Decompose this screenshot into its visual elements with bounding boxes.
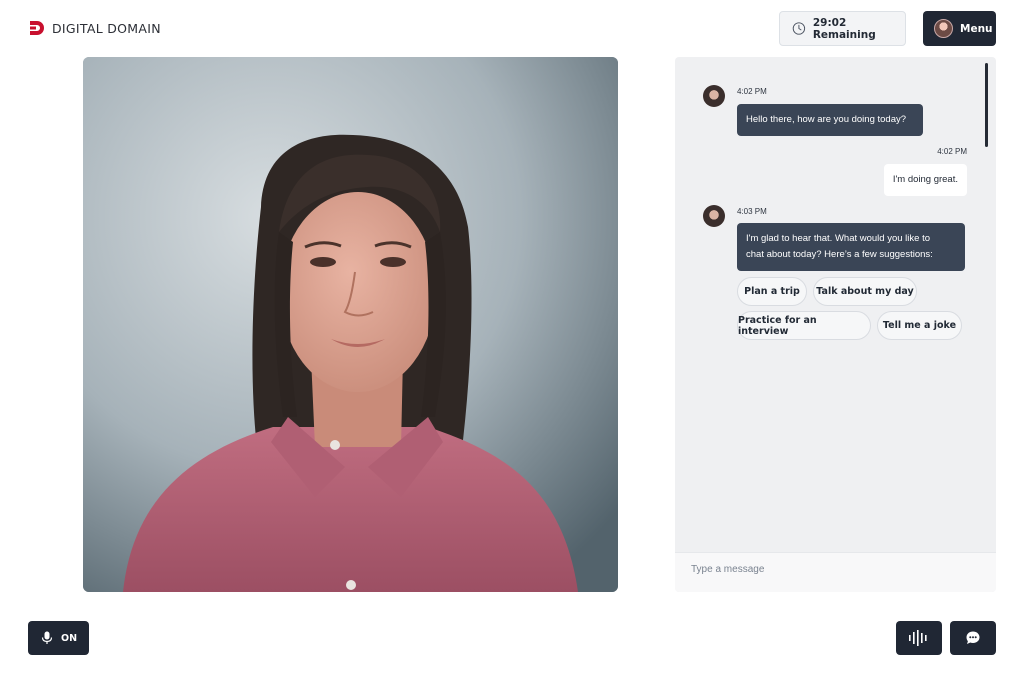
chat-panel: 4:02 PM Hello there, how are you doing t… xyxy=(675,57,996,592)
assistant-avatar xyxy=(703,205,725,227)
clock-icon xyxy=(792,22,806,35)
digital-human-portrait xyxy=(83,57,618,592)
logo-text: DIGITAL DOMAIN xyxy=(52,20,161,36)
suggestion-chip[interactable]: Plan a trip xyxy=(737,277,807,306)
message-input[interactable] xyxy=(691,564,971,575)
suggestion-chip[interactable]: Tell me a joke xyxy=(877,311,962,340)
message-line: I'm glad to hear that. What would you li… xyxy=(746,233,930,244)
message-line: chat about today? Here’s a few suggestio… xyxy=(746,249,933,260)
brand-logo: DIGITAL DOMAIN xyxy=(28,18,161,38)
voice-mode-button[interactable] xyxy=(896,621,942,655)
session-timer: 29:02 Remaining xyxy=(779,11,906,46)
chat-bubble-icon xyxy=(966,631,980,644)
mic-status-label: ON xyxy=(61,632,78,644)
chat-toggle-button[interactable] xyxy=(950,621,996,655)
assistant-message: I'm glad to hear that. What would you li… xyxy=(737,223,965,271)
assistant-avatar xyxy=(703,85,725,107)
microphone-icon xyxy=(41,631,53,644)
microphone-toggle-button[interactable]: ON xyxy=(28,621,89,655)
menu-button[interactable]: Menu xyxy=(923,11,996,46)
message-time: 4:03 PM xyxy=(737,207,767,216)
suggestion-chip[interactable]: Talk about my day xyxy=(813,277,917,306)
message-time: 4:02 PM xyxy=(737,87,767,96)
message-time: 4:02 PM xyxy=(937,147,967,156)
digital-domain-logo-icon xyxy=(30,21,44,35)
message-input-bar xyxy=(675,552,996,592)
digital-human-video xyxy=(83,57,618,592)
user-avatar xyxy=(934,19,953,38)
timer-text: 29:02 Remaining xyxy=(812,16,876,41)
assistant-message: Hello there, how are you doing today? xyxy=(737,104,923,136)
suggestion-chip[interactable]: Practice for an interview xyxy=(737,311,871,340)
menu-label: Menu xyxy=(960,22,993,35)
chat-scrollbar[interactable] xyxy=(985,63,988,147)
waveform-icon xyxy=(909,630,927,646)
user-message: I'm doing great. xyxy=(883,164,967,196)
